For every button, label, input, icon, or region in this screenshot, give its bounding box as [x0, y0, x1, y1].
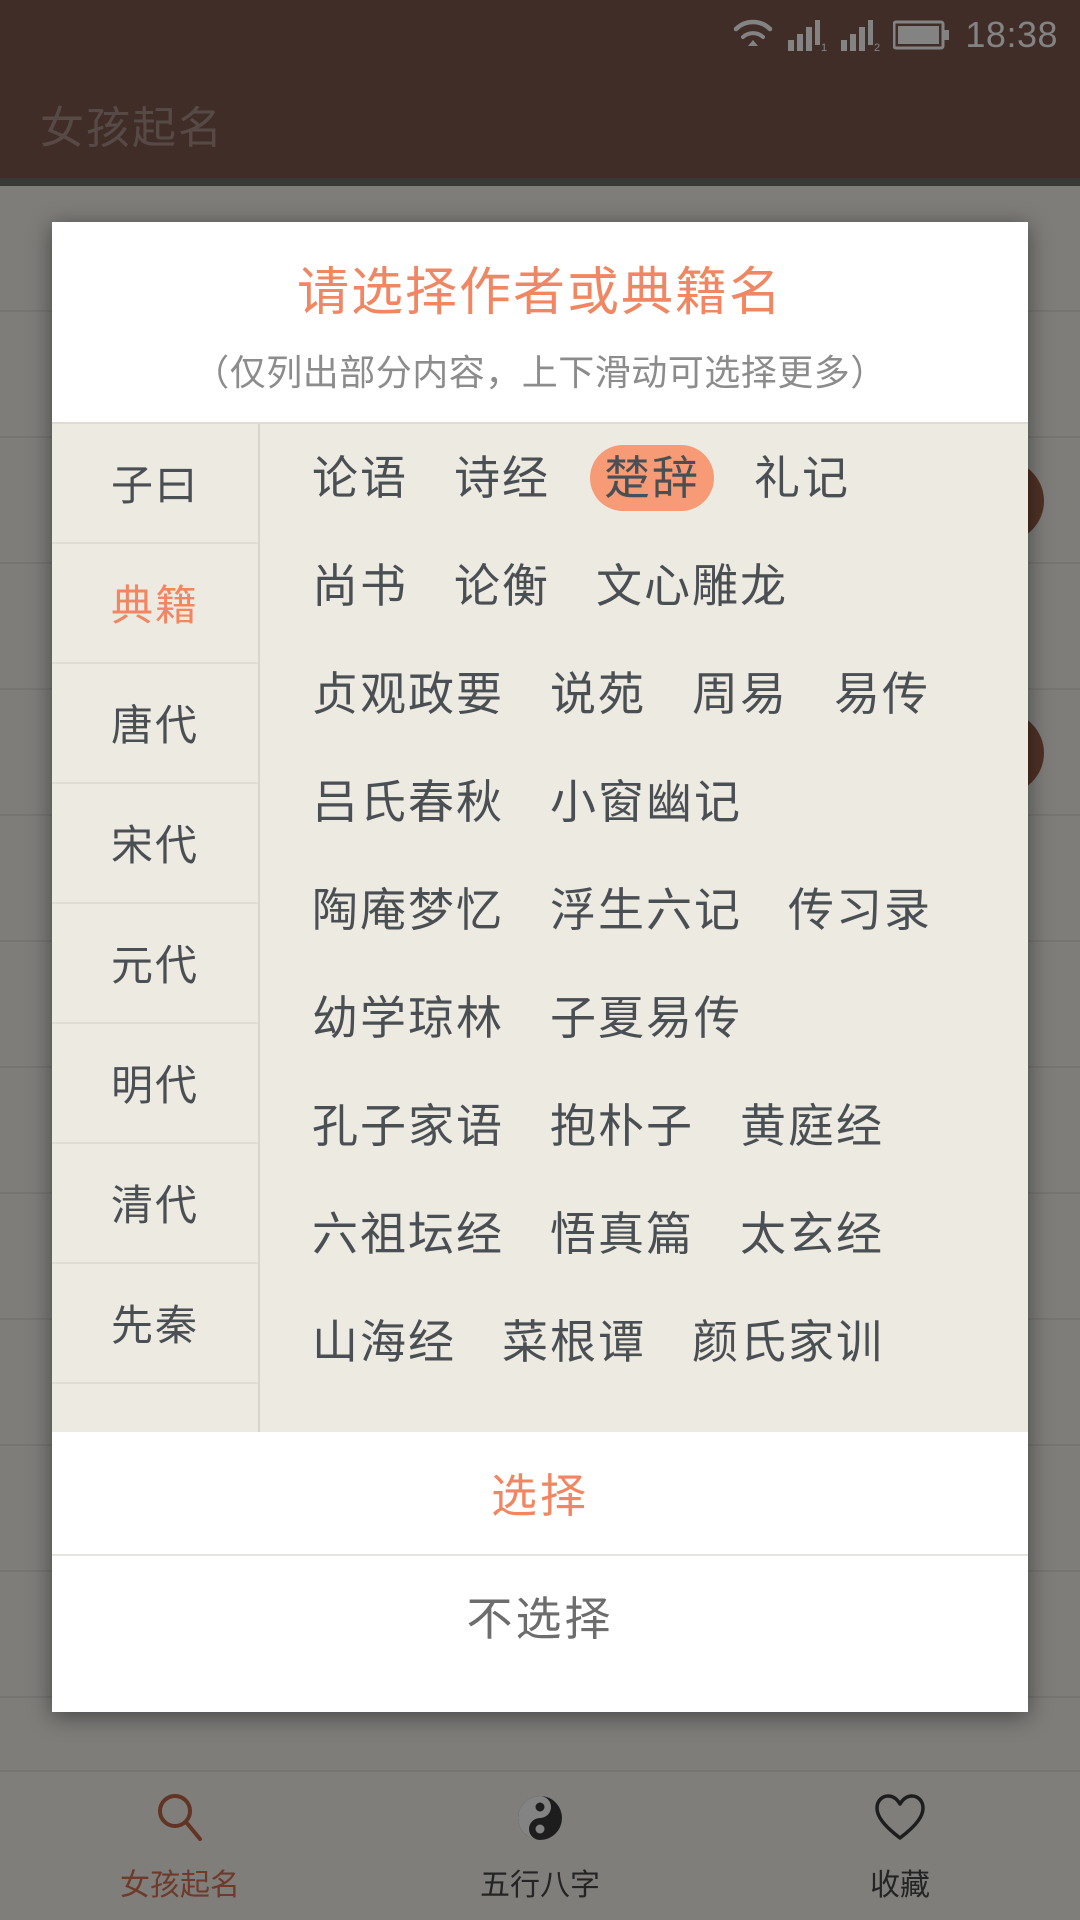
book-row: 论语 诗经 楚辞 礼记 [306, 424, 1018, 532]
book-row: 贞观政要 说苑 周易 易传 [306, 640, 1018, 748]
book-option[interactable]: 诗经 [448, 445, 556, 511]
book-option[interactable]: 浮生六记 [544, 877, 748, 943]
category-item[interactable]: 元代 [52, 904, 258, 1024]
book-row: 六祖坛经 悟真篇 太玄经 [306, 1180, 1018, 1288]
dialog-header: 请选择作者或典籍名 （仅列出部分内容，上下滑动可选择更多） [52, 222, 1028, 422]
book-option[interactable]: 文心雕龙 [590, 553, 794, 619]
dialog-actions: 选择 不选择 [52, 1431, 1028, 1676]
cancel-button[interactable]: 不选择 [52, 1553, 1028, 1676]
book-row: 尚书 论衡 文心雕龙 [306, 532, 1018, 640]
book-option[interactable]: 易传 [828, 661, 936, 727]
book-option[interactable]: 小窗幽记 [544, 769, 748, 835]
category-item[interactable]: 宋代 [52, 784, 258, 904]
picker-body: 子曰 典籍 唐代 宋代 元代 明代 清代 先秦 论语 诗经 楚辞 礼记 尚书 论衡 文心雕龙 贞观政要 说苑周… [52, 421, 1028, 1432]
book-row: 幼学琼林 子夏易传 [306, 964, 1018, 1072]
book-list[interactable]: 论语 诗经 楚辞 礼记 尚书 论衡 文心雕龙 贞观政要 说苑 周易 易传 吕氏春秋 小窗幽记 陶庵梦忆 浮生… [260, 424, 1028, 1432]
book-option[interactable]: 贞观政要 [306, 661, 510, 727]
book-option[interactable]: 说苑 [544, 661, 652, 727]
book-option[interactable]: 论语 [306, 445, 414, 511]
book-row: 陶庵梦忆 浮生六记 传习录 [306, 856, 1018, 964]
book-option-selected[interactable]: 楚辞 [590, 444, 714, 511]
book-option[interactable]: 山海经 [306, 1309, 462, 1375]
book-option[interactable]: 六祖坛经 [306, 1201, 510, 1267]
category-item[interactable]: 先秦 [52, 1264, 258, 1384]
book-option[interactable]: 论衡 [448, 553, 556, 619]
category-item[interactable]: 唐代 [52, 664, 258, 784]
book-option[interactable]: 陶庵梦忆 [306, 877, 510, 943]
book-option[interactable]: 传习录 [782, 877, 938, 943]
book-option[interactable]: 子夏易传 [544, 985, 748, 1051]
book-option[interactable]: 周易 [686, 661, 794, 727]
dialog-title: 请选择作者或典籍名 [296, 264, 783, 322]
category-item[interactable]: 子曰 [52, 424, 258, 544]
book-option[interactable]: 幼学琼林 [306, 985, 510, 1051]
book-option[interactable]: 颜氏家训 [686, 1309, 890, 1375]
book-option[interactable]: 礼记 [748, 445, 856, 511]
category-item[interactable]: 清代 [52, 1144, 258, 1264]
confirm-button[interactable]: 选择 [52, 1432, 1028, 1554]
book-row: 孔子家语 抱朴子 黄庭经 [306, 1072, 1018, 1180]
book-option[interactable]: 黄庭经 [734, 1093, 890, 1159]
category-list[interactable]: 子曰 典籍 唐代 宋代 元代 明代 清代 先秦 [52, 423, 260, 1432]
book-row: 吕氏春秋 小窗幽记 [306, 748, 1018, 856]
book-option[interactable]: 太玄经 [734, 1201, 890, 1267]
book-option[interactable]: 抱朴子 [544, 1093, 700, 1159]
book-option[interactable]: 菜根谭 [496, 1309, 652, 1375]
book-row: 山海经 菜根谭 颜氏家训 [306, 1288, 1018, 1396]
author-book-picker-dialog: 请选择作者或典籍名 （仅列出部分内容，上下滑动可选择更多） 子曰 典籍 唐代 宋代 元代… [52, 222, 1028, 1712]
book-option[interactable]: 悟真篇 [544, 1201, 700, 1267]
category-item[interactable]: 典籍 [52, 544, 258, 664]
dialog-footer-spacer [52, 1675, 1028, 1712]
dialog-subtitle: （仅列出部分内容，上下滑动可选择更多） [193, 351, 887, 393]
category-item[interactable]: 明代 [52, 1024, 258, 1144]
book-option[interactable]: 孔子家语 [306, 1093, 510, 1159]
book-option[interactable]: 尚书 [306, 553, 414, 619]
book-option[interactable]: 吕氏春秋 [306, 769, 510, 835]
